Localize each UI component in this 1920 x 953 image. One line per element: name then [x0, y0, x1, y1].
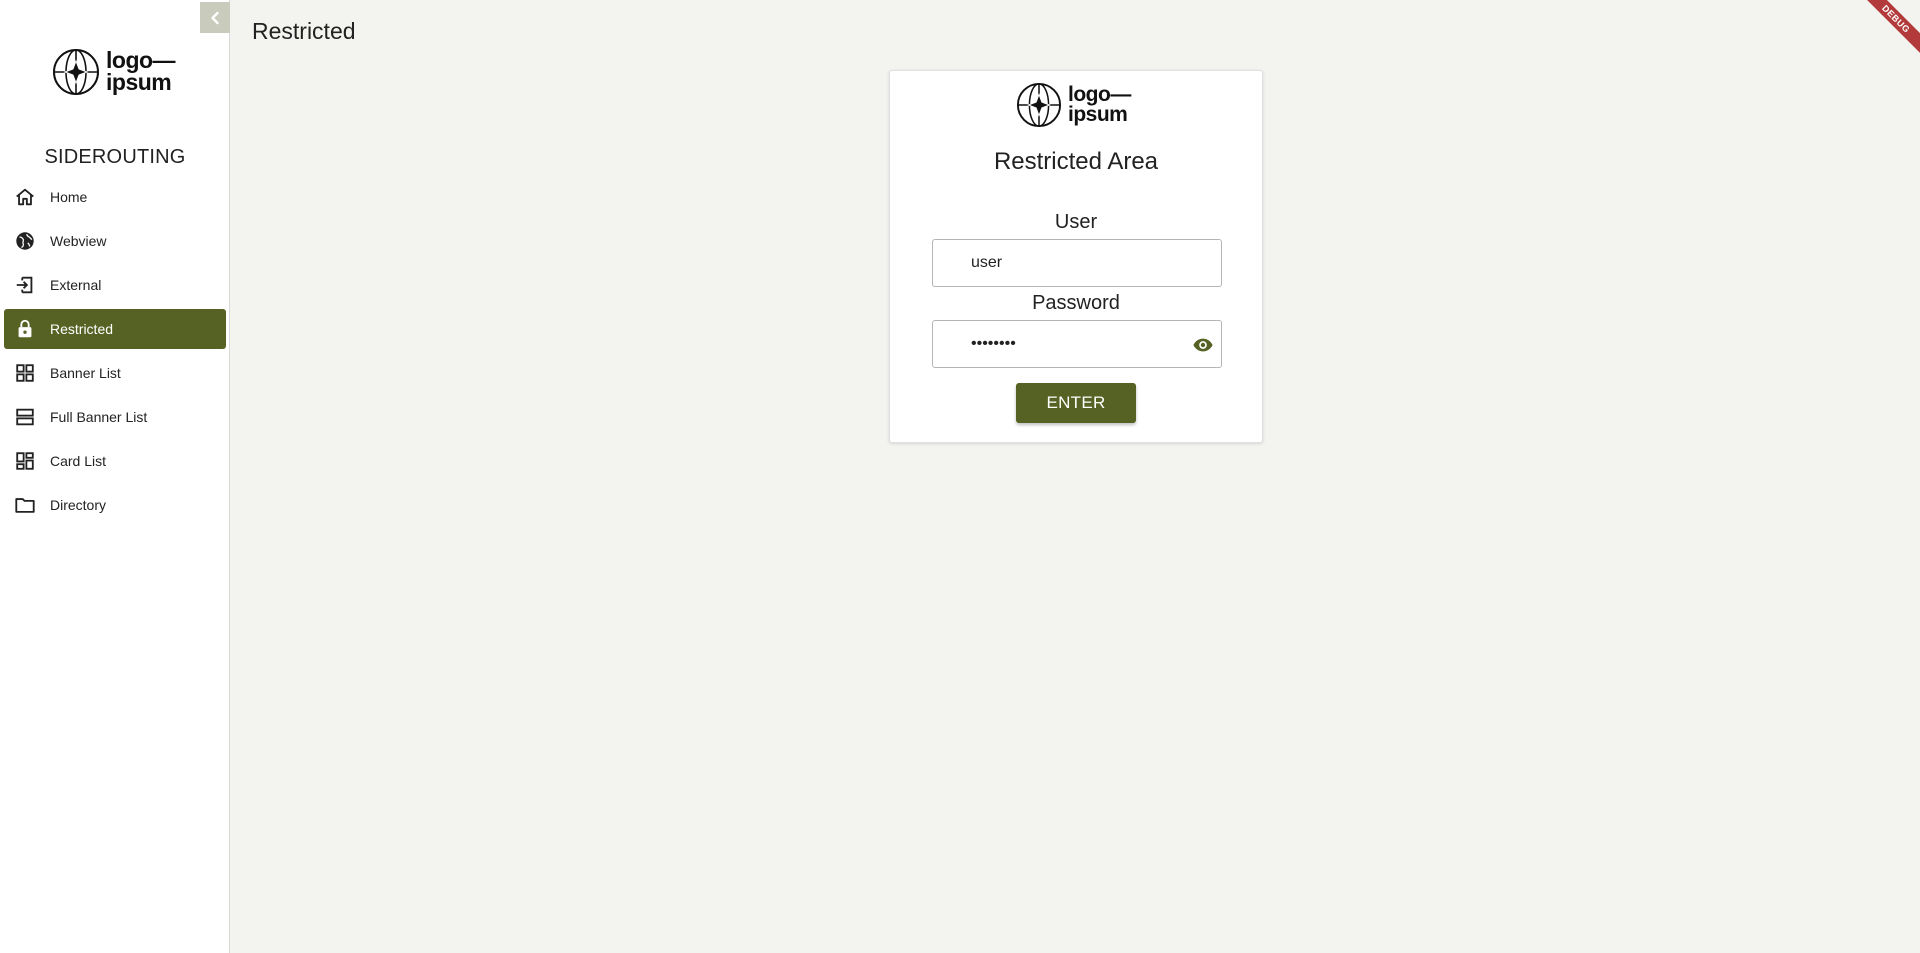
password-field	[932, 320, 1222, 368]
grid-icon	[14, 362, 36, 384]
sidebar-item-label: Banner List	[50, 365, 121, 381]
sidebar-item-directory[interactable]: Directory	[4, 485, 226, 525]
rows-icon	[14, 406, 36, 428]
logo-text: logo— ipsum	[106, 47, 176, 95]
user-input[interactable]	[971, 240, 1171, 286]
page-title: Restricted	[252, 18, 356, 44]
debug-banner-label: DEBUG	[1860, 0, 1920, 60]
sidebar-logo: logo— ipsum	[52, 47, 176, 96]
sidebar-item-webview[interactable]: Webview	[4, 221, 226, 261]
logo-globe-icon	[1016, 82, 1062, 128]
enter-button[interactable]: ENTER	[1016, 383, 1136, 423]
sidebar-item-label: Full Banner List	[50, 409, 148, 425]
password-label: Password	[1032, 292, 1120, 314]
sidebar-item-restricted[interactable]: Restricted	[4, 309, 226, 349]
toggle-password-visibility-button[interactable]	[1191, 333, 1215, 357]
home-icon	[14, 186, 36, 208]
debug-banner: DEBUG	[1860, 0, 1920, 60]
sidebar-item-label: External	[50, 277, 102, 293]
lock-icon	[14, 318, 36, 340]
sidebar-item-banner-list[interactable]: Banner List	[4, 353, 226, 393]
logo-globe-icon	[53, 49, 99, 95]
sidebar-item-external[interactable]: External	[4, 265, 226, 305]
collapse-sidebar-button[interactable]	[200, 2, 230, 33]
dashboard-icon	[14, 450, 36, 472]
login-card: logo— ipsum Restricted Area User Passwor…	[889, 70, 1263, 443]
user-field	[932, 239, 1222, 287]
sidebar-item-label: Restricted	[50, 321, 114, 337]
sidebar: logo— ipsum SIDEROUTING Home Webview Ext…	[0, 0, 230, 953]
sidebar-item-label: Directory	[50, 497, 107, 513]
app-title: SIDEROUTING	[44, 146, 186, 168]
user-label: User	[1054, 211, 1098, 233]
card-logo: logo— ipsum	[1016, 82, 1131, 128]
sidebar-item-label: Home	[50, 189, 88, 205]
password-input[interactable]	[971, 321, 1171, 367]
login-title: Restricted Area	[993, 148, 1159, 175]
globe-icon	[14, 230, 36, 252]
sidebar-item-full-banner-list[interactable]: Full Banner List	[4, 397, 226, 437]
eye-icon	[1193, 338, 1213, 352]
chevron-left-icon	[211, 11, 219, 24]
external-login-icon	[14, 274, 36, 296]
sidebar-item-home[interactable]: Home	[4, 177, 226, 217]
logo-text: logo— ipsum	[1068, 83, 1131, 126]
sidebar-item-label: Webview	[50, 233, 107, 249]
sidebar-nav: Home Webview External Restricted Banner …	[4, 177, 226, 529]
sidebar-item-label: Card List	[50, 453, 107, 469]
sidebar-item-card-list[interactable]: Card List	[4, 441, 226, 481]
folder-icon	[14, 494, 36, 516]
